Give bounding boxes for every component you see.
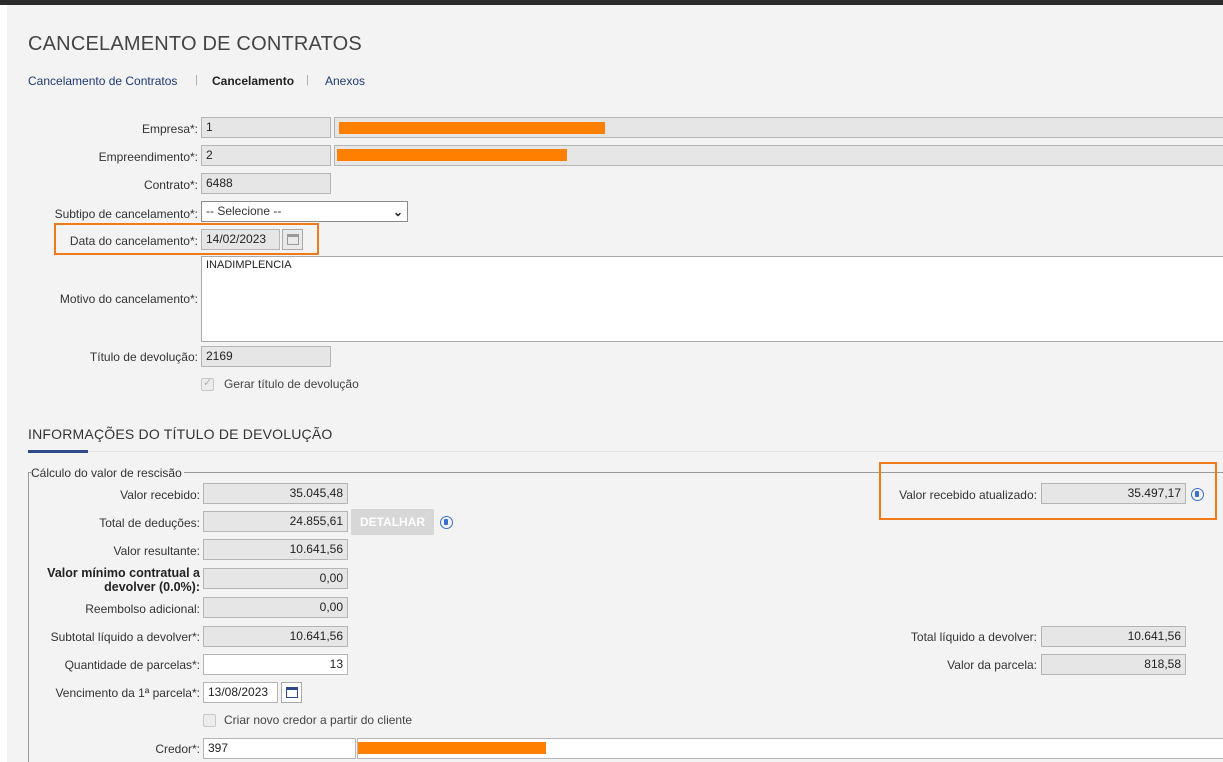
calendar-glyph [286, 687, 298, 698]
calendar-glyph [287, 234, 299, 245]
valor-recebido-label: Valor recebido: [120, 488, 200, 502]
info-icon[interactable] [440, 516, 453, 529]
titulo-devolucao-label: Título de devolução: [89, 350, 198, 364]
motivo-textarea[interactable]: INADIMPLENCIA [201, 256, 1223, 342]
valor-recebido-field[interactable]: 35.045,48 [203, 483, 348, 504]
empreendimento-name-field[interactable] [334, 145, 1223, 166]
calculo-legend: Cálculo do valor de rescisão [31, 466, 184, 480]
page-title: CANCELAMENTO DE CONTRATOS [28, 33, 362, 55]
contrato-field[interactable]: 6488 [201, 173, 331, 194]
criar-credor-checkbox[interactable] [203, 714, 216, 727]
motivo-label: Motivo do cancelamento*: [59, 292, 198, 306]
valor-parcela-label: Valor da parcela: [947, 658, 1037, 672]
gerar-titulo-checkbox[interactable] [201, 376, 214, 391]
breadcrumb-cancelamento-de-contratos[interactable]: Cancelamento de Contratos [28, 74, 177, 88]
subtipo-label: Subtipo de cancelamento*: [54, 207, 198, 221]
empreendimento-code-field[interactable]: 2 [201, 145, 331, 166]
empresa-name-field[interactable] [334, 117, 1223, 138]
qtd-parcelas-label: Quantidade de parcelas*: [64, 658, 200, 672]
empresa-label: Empresa*: [141, 122, 198, 136]
redacted-text [337, 149, 567, 161]
gerar-titulo-label: Gerar título de devolução [224, 377, 359, 391]
redacted-text [358, 742, 546, 754]
section-divider [88, 451, 1223, 452]
credor-code-field[interactable]: 397 [203, 738, 356, 759]
reembolso-field[interactable]: 0,00 [203, 597, 348, 618]
valor-parcela-field[interactable]: 818,58 [1041, 654, 1186, 675]
reembolso-label: Reembolso adicional: [85, 602, 200, 616]
credor-label: Credor*: [155, 742, 200, 756]
window-top-bar [0, 0, 1223, 5]
criar-credor-label: Criar novo credor a partir do cliente [224, 713, 413, 727]
credor-name-field[interactable] [357, 738, 1223, 759]
chevron-down-icon: ⌄ [392, 205, 403, 219]
subtipo-select[interactable]: -- Selecione -- ⌄ [201, 201, 408, 222]
section-underline [28, 450, 88, 453]
left-edge [0, 5, 7, 762]
contrato-label: Contrato*: [143, 178, 198, 192]
info-icon[interactable] [1191, 488, 1204, 501]
total-liquido-field[interactable]: 10.641,56 [1041, 626, 1186, 647]
valor-minimo-field[interactable]: 0,00 [203, 568, 348, 589]
vencimento-label: Vencimento da 1ª parcela*: [55, 686, 200, 700]
valor-minimo-label-line1: Valor mínimo contratual a [47, 566, 200, 580]
empresa-code-field[interactable]: 1 [201, 117, 331, 138]
detalhar-button[interactable]: DETALHAR [351, 509, 434, 535]
qtd-parcelas-field[interactable]: 13 [203, 654, 348, 675]
breadcrumb-cancelamento[interactable]: Cancelamento [212, 74, 294, 88]
redacted-text [339, 122, 605, 134]
breadcrumb-separator: | [306, 74, 309, 86]
total-liquido-label: Total líquido a devolver: [910, 630, 1037, 644]
valor-resultante-label: Valor resultante: [113, 544, 201, 558]
section-title: INFORMAÇÕES DO TÍTULO DE DEVOLUÇÃO [28, 426, 333, 442]
data-cancelamento-field[interactable]: 14/02/2023 [201, 229, 280, 250]
valor-recebido-atualizado-field[interactable]: 35.497,17 [1041, 483, 1186, 504]
vencimento-field[interactable]: 13/08/2023 [203, 682, 278, 703]
total-deducoes-label: Total de deduções: [99, 516, 200, 530]
empreendimento-label: Empreendimento*: [98, 150, 198, 164]
valor-resultante-field[interactable]: 10.641,56 [203, 539, 348, 560]
subtotal-field[interactable]: 10.641,56 [203, 626, 348, 647]
titulo-devolucao-field[interactable]: 2169 [201, 346, 331, 367]
calendar-icon[interactable] [282, 229, 303, 250]
subtipo-selected: -- Selecione -- [206, 204, 282, 218]
subtotal-label: Subtotal líquido a devolver*: [50, 630, 200, 644]
breadcrumb-anexos[interactable]: Anexos [325, 74, 365, 88]
breadcrumb-separator: | [195, 74, 198, 86]
valor-recebido-atualizado-label: Valor recebido atualizado: [899, 488, 1037, 502]
total-deducoes-field[interactable]: 24.855,61 [203, 511, 348, 532]
valor-minimo-label-line2: devolver (0.0%): [104, 580, 200, 594]
calendar-icon[interactable] [281, 682, 302, 703]
data-cancelamento-label: Data do cancelamento*: [69, 234, 198, 248]
